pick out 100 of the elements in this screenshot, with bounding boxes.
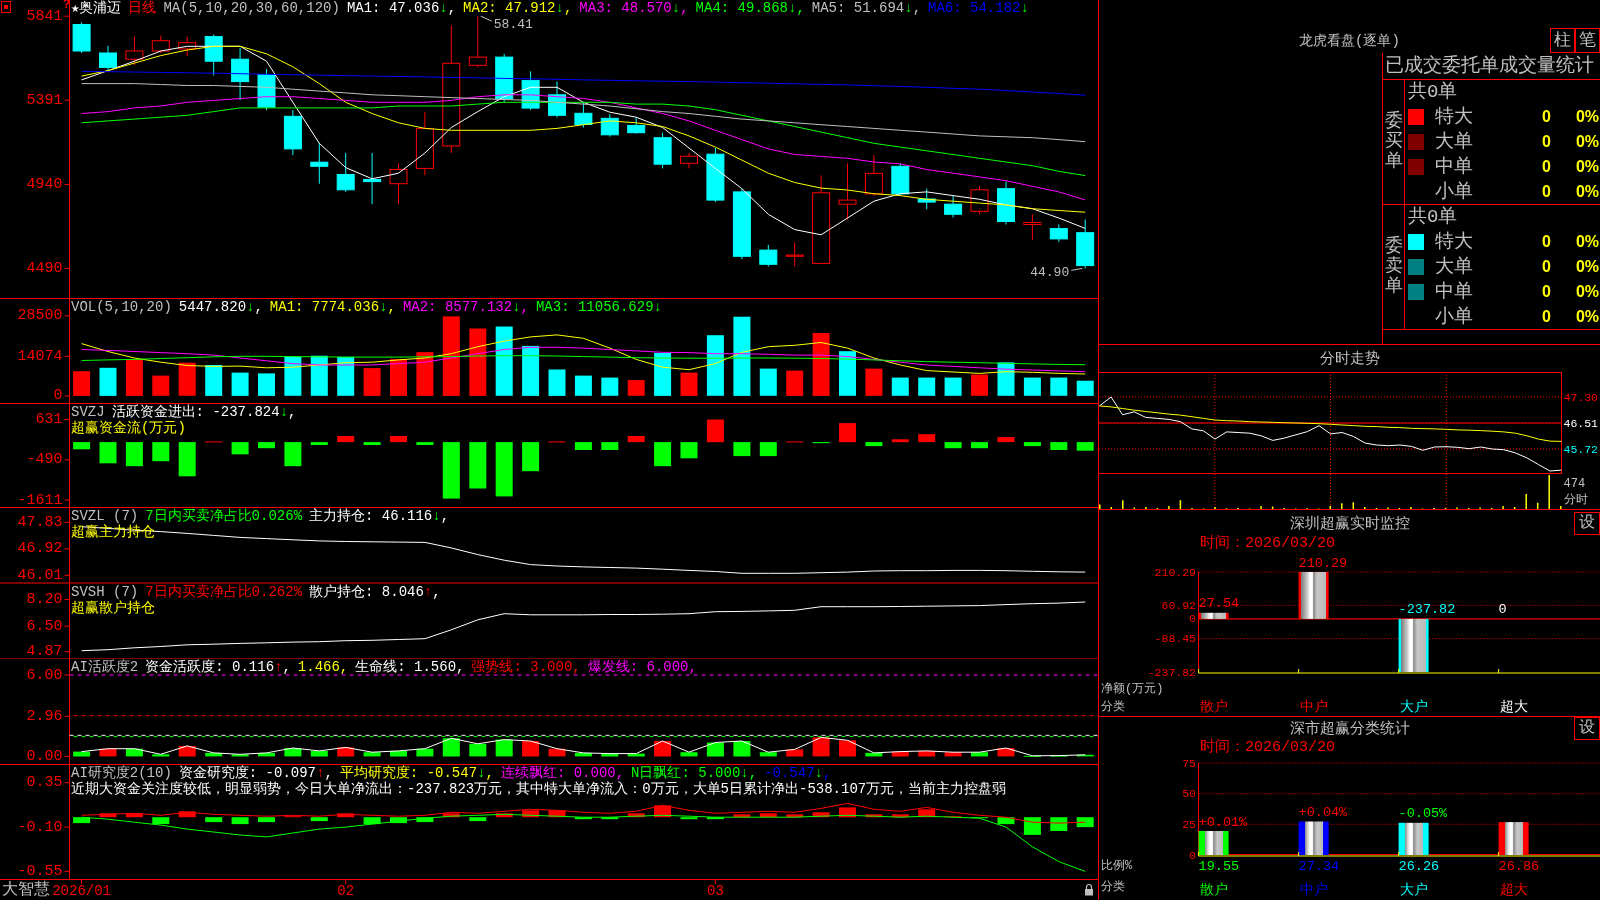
order-total: 共0单 xyxy=(1408,206,1458,229)
indicator-readout: SVSH (7) xyxy=(71,583,139,600)
panel-title: 深市超赢分类统计 xyxy=(1289,719,1410,738)
indicator-readout: -0.547↓, xyxy=(764,765,832,781)
y-axis-label: 45.72 xyxy=(1563,442,1598,456)
annotation: 44.90 xyxy=(1030,264,1070,280)
group-label: 委买单 xyxy=(1384,112,1403,172)
order-count: 0 xyxy=(1542,306,1551,327)
y-axis-label: 4940 xyxy=(26,175,63,193)
indicator-readout: MA(5,10,20,30,60,120) xyxy=(163,0,340,16)
y-axis-label: 210.29 xyxy=(1154,565,1196,579)
y-axis-label: -0.55 xyxy=(17,862,63,880)
panel-title: 分时走势 xyxy=(1319,349,1380,368)
report-time: 时间：2026/03/20 xyxy=(1200,535,1335,552)
y-axis-label: 5841 xyxy=(26,7,63,25)
y-axis-label: 4490 xyxy=(26,259,63,277)
indicator-readout: 7日内买卖净占比0.262% xyxy=(145,583,303,600)
bar-value-label: -237.82 xyxy=(1398,602,1456,618)
bar-value-label: 19.55 xyxy=(1198,858,1240,874)
indicator-readout: 活跃资金进出: -237.824↓, xyxy=(111,404,297,420)
indicator-readout: 日线 xyxy=(128,0,157,16)
report-time: 时间：2026/03/20 xyxy=(1200,739,1335,756)
y-axis-label: 47.30 xyxy=(1563,390,1598,404)
y-axis-label: 50 xyxy=(1182,787,1196,801)
bar-value-label: 26.86 xyxy=(1498,858,1540,874)
indicator-readout: 5447.820↓, xyxy=(178,299,263,315)
order-size-label: 大单 xyxy=(1435,131,1473,153)
indicator-readout: 生命线: 1.560, xyxy=(355,659,465,675)
indicator-readout: VOL(5,10,20) xyxy=(71,299,172,315)
y-axis-label: -490 xyxy=(26,451,63,469)
axis-title: 净额(万元) xyxy=(1101,681,1164,696)
category-label: 中户 xyxy=(1299,882,1328,898)
x-axis-label: 02 xyxy=(337,882,355,899)
y-axis-label: 25 xyxy=(1182,817,1196,831)
indicator-readout: N日飘红: 5.000↓, xyxy=(631,765,758,781)
category-label: 超大 xyxy=(1499,698,1528,715)
bar-value-label: 27.54 xyxy=(1198,596,1240,612)
category-label: 散户 xyxy=(1199,882,1228,898)
indicator-caption: 超赢散户持仓 xyxy=(71,599,155,616)
y-axis-label: 28500 xyxy=(17,307,63,325)
order-size-label: 特大 xyxy=(1435,106,1473,129)
indicator-readout: 散户持仓: 8.046↑, xyxy=(309,583,441,600)
order-count: 0 xyxy=(1542,132,1551,152)
y-axis-label: 47.83 xyxy=(17,513,63,531)
y-axis-label: 0.35 xyxy=(26,774,63,792)
indicator-readout: 爆发线: 6.000, xyxy=(587,659,697,675)
indicator-readout: 平均研究度: -0.547↓, xyxy=(339,765,494,781)
order-count: 0 xyxy=(1542,107,1551,128)
brand-name: 大智慧 xyxy=(2,880,50,900)
y-axis-label: 0 xyxy=(1189,612,1196,626)
y-axis-label: 14074 xyxy=(17,347,63,365)
axis-title: 分类 xyxy=(1101,880,1125,894)
y-axis-label: 8.20 xyxy=(26,590,63,608)
change-label: -0.05% xyxy=(1398,806,1448,822)
axis-title: 分时 xyxy=(1563,493,1588,507)
bar-value-label: 210.29 xyxy=(1298,555,1348,571)
indicator-caption: 超赢资金流(万元) xyxy=(71,420,186,436)
indicator-readout: MA1: 7774.036↓, xyxy=(269,299,396,315)
order-percent: 0% xyxy=(1575,306,1599,327)
category-label: 大户 xyxy=(1399,882,1428,898)
order-size-label: 中单 xyxy=(1435,280,1473,303)
scale-label: 474 xyxy=(1563,477,1586,491)
indicator-readout: MA6: 54.182↓ xyxy=(928,0,1029,16)
category-label: 散户 xyxy=(1199,698,1228,715)
indicator-readout: MA2: 47.912↓, xyxy=(463,0,573,16)
indicator-readout: AI研究度2(10) xyxy=(71,765,172,781)
order-size-label: 小单 xyxy=(1435,180,1473,203)
category-label: 超大 xyxy=(1499,882,1528,898)
indicator-readout: 7日内买卖净占比0.026% xyxy=(145,508,303,524)
group-label: 委卖单 xyxy=(1384,237,1403,297)
y-axis-label: 631 xyxy=(35,410,63,428)
order-percent: 0% xyxy=(1575,107,1599,128)
indicator-readout: 连续飘红: 0.000, xyxy=(500,765,625,781)
category-label: 中户 xyxy=(1299,698,1328,715)
y-axis-label: 5391 xyxy=(26,91,63,109)
indicator-readout: 资金研究度: -0.097↑, xyxy=(178,765,333,781)
indicator-readout: MA3: 48.570↓, xyxy=(579,0,689,16)
indicator-readout: ★奥浦迈 xyxy=(71,0,122,16)
annotation: 58.41 xyxy=(493,16,534,32)
table-title: 已成交委托单成交量统计 xyxy=(1385,55,1594,77)
price-annotation: 58.41 xyxy=(480,15,533,32)
y-axis-label: -237.82 xyxy=(1147,665,1196,679)
order-size-label: 大单 xyxy=(1435,256,1473,278)
price-annotation: 44.90 xyxy=(1030,264,1083,280)
panel-title: 深圳超赢实时监控 xyxy=(1289,514,1410,533)
y-axis-label: 2.96 xyxy=(26,707,63,725)
y-axis-label: 60.92 xyxy=(1161,598,1196,612)
order-percent: 0% xyxy=(1575,156,1599,177)
order-size-label: 小单 xyxy=(1435,305,1473,328)
y-axis-label: 46.01 xyxy=(17,566,63,584)
order-size-label: 特大 xyxy=(1435,231,1473,254)
y-axis-label: -88.45 xyxy=(1154,632,1196,646)
axis-title: 比例% xyxy=(1101,859,1133,873)
category-label: 大户 xyxy=(1399,698,1428,715)
order-count: 0 xyxy=(1542,156,1551,177)
order-percent: 0% xyxy=(1575,132,1599,152)
bar-value-label: 0 xyxy=(1498,602,1507,618)
order-percent: 0% xyxy=(1575,281,1599,302)
indicator-readout: MA5: 51.694↓, xyxy=(811,0,922,16)
y-axis-label: 46.51 xyxy=(1563,416,1598,430)
